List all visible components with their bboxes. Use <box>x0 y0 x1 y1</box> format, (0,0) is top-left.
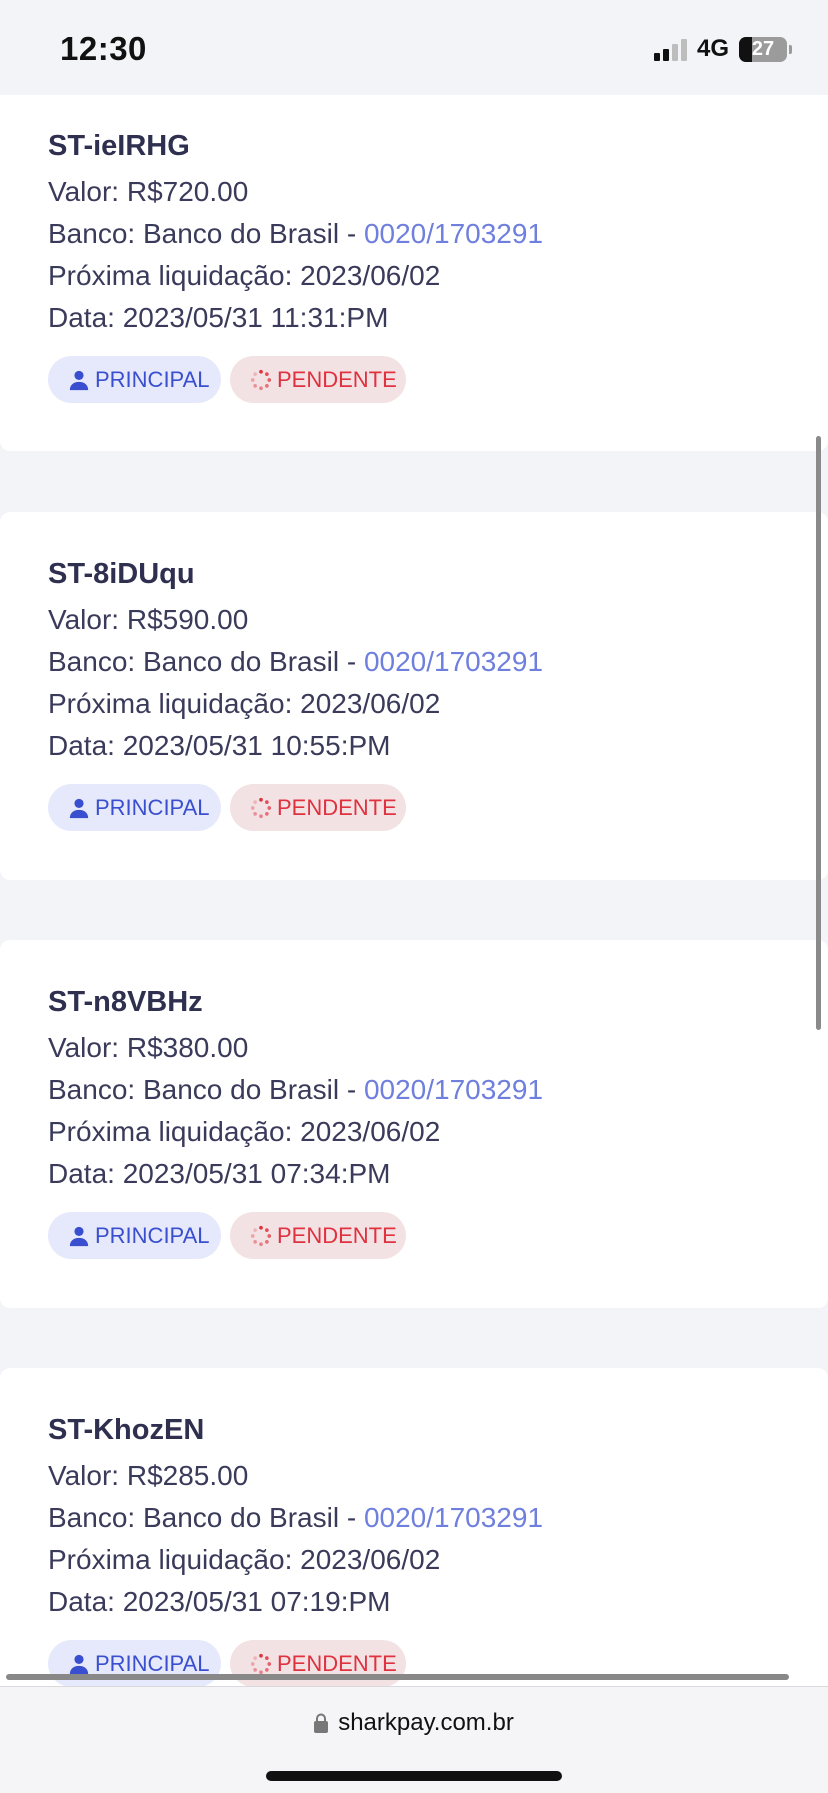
proxima-liquidacao-value: 2023/06/02 <box>300 688 441 719</box>
horizontal-scroll-indicator <box>6 1674 789 1680</box>
proxima-liquidacao-line: Próxima liquidação: 2023/06/02 <box>48 1544 441 1575</box>
valor-value: R$285.00 <box>126 1460 249 1491</box>
valor-line: Valor: R$380.00 <box>48 1032 249 1063</box>
banco-line: Banco: Banco do Brasil - 0020/1703291 <box>48 646 544 677</box>
transaction-id: ST-8iDUqu <box>48 558 195 590</box>
url-display[interactable]: sharkpay.com.br <box>0 1709 828 1737</box>
transaction-card[interactable]: ST-KhozEN Valor: R$285.00 Banco: Banco d… <box>0 1368 828 1736</box>
transaction-id: ST-ieIRHG <box>48 130 190 162</box>
valor-line: Valor: R$590.00 <box>48 604 249 635</box>
home-indicator[interactable] <box>266 1771 562 1781</box>
data-value: 2023/05/31 11:31:PM <box>122 302 389 333</box>
data-line: Data: 2023/05/31 10:55:PM <box>48 730 391 761</box>
valor-line: Valor: R$720.00 <box>48 176 249 207</box>
battery-tip <box>789 44 792 54</box>
banco-name: Banco do Brasil <box>142 1502 340 1533</box>
url-text[interactable]: sharkpay.com.br <box>338 1709 514 1737</box>
pendente-badge-label: PENDENTE <box>277 1222 397 1248</box>
scrollbar[interactable] <box>816 436 821 1030</box>
battery-level: 27 <box>751 37 775 60</box>
principal-badge: PRINCIPAL <box>48 356 221 403</box>
banco-name: Banco do Brasil <box>142 646 340 677</box>
principal-badge-label: PRINCIPAL <box>95 1650 210 1676</box>
pendente-badge: PENDENTE <box>230 1212 406 1259</box>
pendente-badge-label: PENDENTE <box>277 794 397 820</box>
conta-link[interactable]: 0020/1703291 <box>364 218 543 249</box>
banco-line: Banco: Banco do Brasil - 0020/1703291 <box>48 1074 544 1105</box>
data-line: Data: 2023/05/31 11:31:PM <box>48 302 389 333</box>
data-value: 2023/05/31 07:19:PM <box>122 1586 391 1617</box>
cellular-signal-icon <box>653 37 687 61</box>
transaction-id: ST-n8VBHz <box>48 986 203 1018</box>
spinner-icon <box>250 369 272 390</box>
pendente-badge-label: PENDENTE <box>277 1650 397 1676</box>
status-time: 12:30 <box>60 30 147 67</box>
badge-group: PRINCIPAL PENDENTE <box>48 356 406 403</box>
status-bar: 12:30 4G 27 <box>0 0 828 95</box>
transaction-card[interactable]: ST-ieIRHG Valor: R$720.00 Banco: Banco d… <box>0 60 828 451</box>
lock-icon <box>314 1713 329 1733</box>
proxima-liquidacao-line: Próxima liquidação: 2023/06/02 <box>48 1116 441 1147</box>
transaction-id: ST-KhozEN <box>48 1414 205 1446</box>
proxima-liquidacao-line: Próxima liquidação: 2023/06/02 <box>48 688 441 719</box>
valor-value: R$720.00 <box>126 176 249 207</box>
spinner-icon <box>250 1653 272 1674</box>
data-value: 2023/05/31 10:55:PM <box>122 730 391 761</box>
principal-badge: PRINCIPAL <box>48 1212 221 1259</box>
user-icon <box>69 798 89 818</box>
battery-fill <box>739 36 752 62</box>
pendente-badge: PENDENTE <box>230 784 406 831</box>
status-indicators: 4G 27 <box>653 34 792 64</box>
proxima-liquidacao-line: Próxima liquidação: 2023/06/02 <box>48 260 441 291</box>
banco-name: Banco do Brasil <box>142 1074 340 1105</box>
browser-address-bar[interactable]: sharkpay.com.br <box>0 1686 828 1793</box>
proxima-liquidacao-value: 2023/06/02 <box>300 1544 441 1575</box>
data-line: Data: 2023/05/31 07:19:PM <box>48 1586 391 1617</box>
battery-icon: 27 <box>739 36 787 62</box>
conta-link[interactable]: 0020/1703291 <box>364 1074 543 1105</box>
pendente-badge: PENDENTE <box>230 356 406 403</box>
banco-line: Banco: Banco do Brasil - 0020/1703291 <box>48 1502 544 1533</box>
user-icon <box>69 370 89 390</box>
network-type: 4G <box>696 35 729 62</box>
spinner-icon <box>250 1225 272 1246</box>
principal-badge-label: PRINCIPAL <box>95 794 210 820</box>
data-line: Data: 2023/05/31 07:34:PM <box>48 1158 391 1189</box>
principal-badge: PRINCIPAL <box>48 784 221 831</box>
transaction-card[interactable]: ST-n8VBHz Valor: R$380.00 Banco: Banco d… <box>0 940 828 1308</box>
transaction-card[interactable]: ST-8iDUqu Valor: R$590.00 Banco: Banco d… <box>0 512 828 880</box>
banco-name: Banco do Brasil <box>142 218 340 249</box>
spinner-icon <box>250 797 272 818</box>
conta-link[interactable]: 0020/1703291 <box>364 1502 543 1533</box>
badge-group: PRINCIPAL PENDENTE <box>48 1212 406 1259</box>
valor-line: Valor: R$285.00 <box>48 1460 249 1491</box>
badge-group: PRINCIPAL PENDENTE <box>48 784 406 831</box>
user-icon <box>69 1654 89 1674</box>
conta-link[interactable]: 0020/1703291 <box>364 646 543 677</box>
principal-badge-label: PRINCIPAL <box>95 1222 210 1248</box>
banco-line: Banco: Banco do Brasil - 0020/1703291 <box>48 218 544 249</box>
data-value: 2023/05/31 07:34:PM <box>122 1158 391 1189</box>
valor-value: R$380.00 <box>126 1032 249 1063</box>
proxima-liquidacao-value: 2023/06/02 <box>300 1116 441 1147</box>
user-icon <box>69 1226 89 1246</box>
pendente-badge-label: PENDENTE <box>277 366 397 392</box>
proxima-liquidacao-value: 2023/06/02 <box>300 260 441 291</box>
valor-value: R$590.00 <box>126 604 249 635</box>
principal-badge-label: PRINCIPAL <box>95 366 210 392</box>
